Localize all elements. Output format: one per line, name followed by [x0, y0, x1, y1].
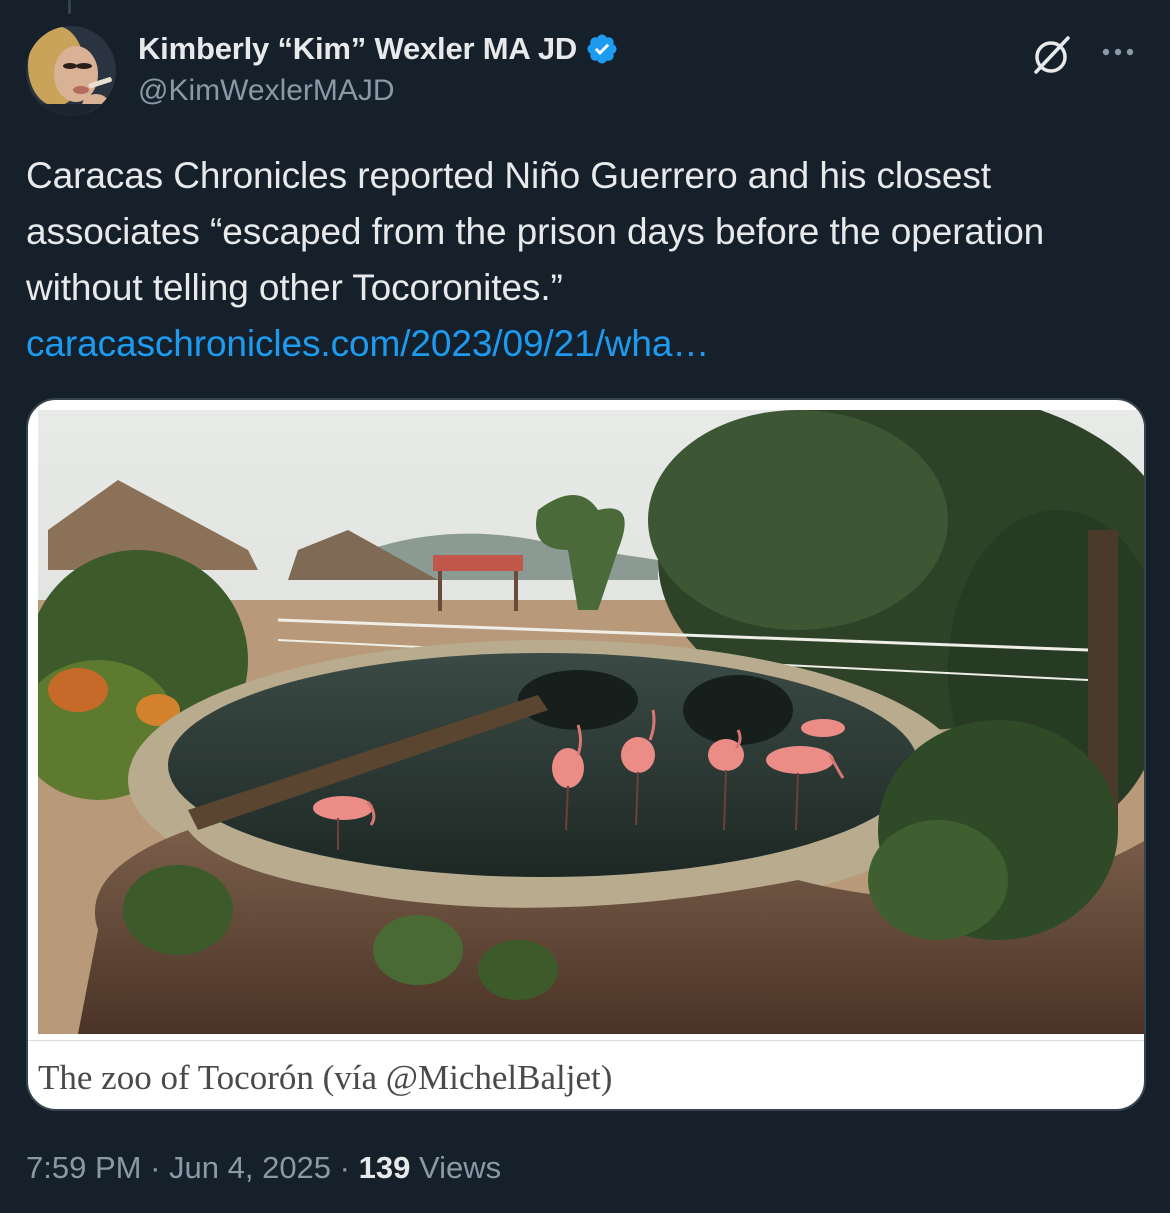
media-caption: The zoo of Tocorón (vía @MichelBaljet) [38, 1058, 613, 1097]
meta-separator: · [141, 1150, 170, 1185]
avatar[interactable] [26, 26, 116, 116]
author-handle[interactable]: @KimWexlerMAJD [138, 74, 619, 108]
thread-connector-line [68, 0, 71, 14]
tweet-body: Caracas Chronicles reported Niño Guerrer… [26, 148, 1136, 372]
views-label[interactable]: Views [410, 1150, 501, 1185]
tweet-text: Caracas Chronicles reported Niño Guerrer… [26, 155, 1045, 308]
caption-divider [28, 1040, 1144, 1041]
display-name[interactable]: Kimberly “Kim” Wexler MA JD [138, 31, 577, 67]
views-count[interactable]: 139 [359, 1150, 411, 1185]
meta-separator: · [331, 1150, 359, 1185]
verified-badge-icon[interactable] [585, 32, 619, 66]
tweet-header: Kimberly “Kim” Wexler MA JD @KimWexlerMA… [26, 26, 1144, 120]
tweet-date[interactable]: Jun 4, 2025 [169, 1150, 331, 1185]
tweet-time[interactable]: 7:59 PM [26, 1150, 141, 1185]
zoo-photo[interactable] [38, 410, 1146, 1034]
more-icon[interactable] [1096, 30, 1140, 74]
media-card[interactable]: The zoo of Tocorón (vía @MichelBaljet) [26, 398, 1146, 1111]
display-name-row: Kimberly “Kim” Wexler MA JD [138, 28, 619, 70]
tweet-meta: 7:59 PM · Jun 4, 2025 · 139 Views [26, 1150, 501, 1186]
tweet-link[interactable]: caracaschronicles.com/2023/09/21/wha… [26, 316, 1136, 372]
grok-icon[interactable] [1028, 32, 1074, 78]
author-names: Kimberly “Kim” Wexler MA JD @KimWexlerMA… [138, 28, 619, 108]
